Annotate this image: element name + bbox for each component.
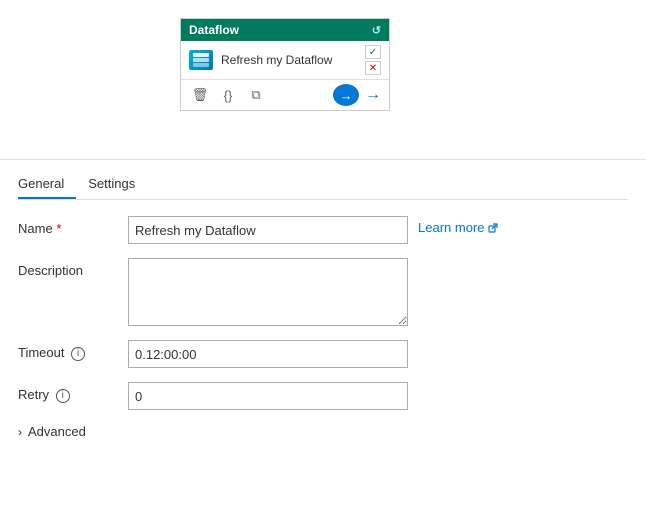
tab-settings[interactable]: Settings bbox=[88, 170, 147, 199]
required-star: * bbox=[56, 221, 61, 236]
retry-input[interactable] bbox=[128, 382, 408, 410]
arrow-right-icon: → bbox=[365, 86, 381, 104]
node-action-label: Refresh my Dataflow bbox=[221, 53, 332, 67]
timeout-info-icon[interactable]: i bbox=[71, 347, 85, 361]
retry-row: Retry i bbox=[18, 382, 628, 410]
name-label: Name * bbox=[18, 216, 128, 236]
node-toolbar: 🗑 {} ⧉ → → bbox=[181, 79, 389, 110]
tabs-bar: General Settings bbox=[18, 160, 628, 200]
canvas-area: Dataflow ↺ Refresh my Dataflow ✓ ✕ 🗑 bbox=[0, 0, 646, 160]
advanced-label: Advanced bbox=[28, 424, 86, 439]
node-header: Dataflow ↺ bbox=[181, 19, 389, 41]
timeout-control-wrap bbox=[128, 340, 628, 368]
node-body: Refresh my Dataflow ✓ ✕ bbox=[181, 41, 389, 79]
timeout-row: Timeout i bbox=[18, 340, 628, 368]
status-check-icon: ✓ bbox=[365, 45, 381, 59]
node-header-label: Dataflow bbox=[189, 23, 239, 37]
external-link-icon bbox=[487, 222, 499, 234]
description-row: Description bbox=[18, 258, 628, 326]
retry-label: Retry i bbox=[18, 382, 128, 403]
dataflow-node: Dataflow ↺ Refresh my Dataflow ✓ ✕ 🗑 bbox=[180, 18, 390, 111]
description-label: Description bbox=[18, 258, 128, 278]
name-input[interactable] bbox=[128, 216, 408, 244]
name-row: Name * Learn more bbox=[18, 216, 628, 244]
learn-more-link[interactable]: Learn more bbox=[418, 216, 499, 235]
chevron-right-icon: › bbox=[18, 425, 22, 439]
timeout-input[interactable] bbox=[128, 340, 408, 368]
timeout-label: Timeout i bbox=[18, 340, 128, 361]
bottom-panel: General Settings Name * Learn more Descr… bbox=[0, 160, 646, 439]
status-x-icon: ✕ bbox=[365, 61, 381, 75]
node-action-row: Refresh my Dataflow bbox=[189, 50, 332, 70]
description-input[interactable] bbox=[128, 258, 408, 326]
dataflow-icon bbox=[189, 50, 213, 70]
retry-info-icon[interactable]: i bbox=[56, 389, 70, 403]
description-control-wrap bbox=[128, 258, 628, 326]
tab-general[interactable]: General bbox=[18, 170, 76, 199]
name-control-wrap: Learn more bbox=[128, 216, 628, 244]
node-status-icons: ✓ ✕ bbox=[365, 45, 381, 75]
run-button[interactable]: → bbox=[333, 84, 359, 106]
delete-button[interactable]: 🗑 bbox=[189, 84, 211, 106]
code-button[interactable]: {} bbox=[217, 84, 239, 106]
advanced-section[interactable]: › Advanced bbox=[18, 424, 628, 439]
node-header-icon[interactable]: ↺ bbox=[372, 24, 381, 37]
copy-button[interactable]: ⧉ bbox=[245, 84, 267, 106]
retry-control-wrap bbox=[128, 382, 628, 410]
